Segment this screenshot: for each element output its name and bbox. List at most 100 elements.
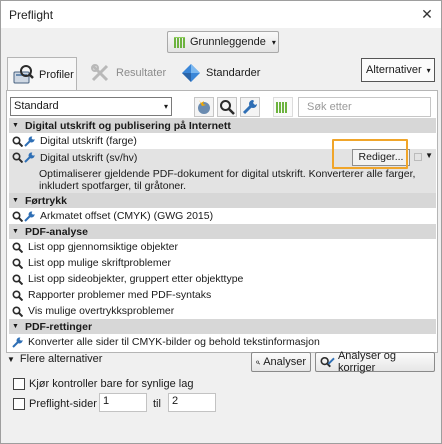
- item-label: Konverter alle sider til CMYK-bilder og …: [28, 336, 320, 348]
- tab-resultater-label: Resultater: [116, 67, 167, 79]
- category-label: PDF-analyse: [24, 225, 88, 238]
- item-label: Digital utskrift (farge): [40, 135, 137, 147]
- preflight-pages-label: Preflight-sider: [29, 398, 97, 410]
- magnifier-icon: [12, 210, 23, 222]
- profiles-panel: Standard ▾ Søk etter ▼ Digital utskrift …: [6, 90, 438, 353]
- analyze-button[interactable]: Analyser: [251, 352, 311, 372]
- profiles-icon: [13, 64, 34, 83]
- check-fix-icons: [12, 135, 35, 147]
- options-label: Alternativer: [366, 64, 422, 76]
- tab-profiler-label: Profiler: [39, 68, 74, 81]
- wrench-icon: [12, 336, 23, 348]
- magnifier-wrench-icon: [320, 356, 335, 367]
- profile-filter-value: Standard: [14, 100, 59, 112]
- item-label: Arkmatet offset (CMYK) (GWG 2015): [40, 210, 214, 222]
- tab-profiler[interactable]: Profiler: [7, 57, 77, 91]
- item-label: List opp sideobjekter, gruppert etter ob…: [28, 273, 244, 285]
- list-item[interactable]: Arkmatet offset (CMYK) (GWG 2015): [9, 208, 436, 224]
- profile-description: Optimaliserer gjeldende PDF-dokument for…: [9, 166, 436, 193]
- options-grip-icon: [414, 153, 422, 161]
- list-item[interactable]: Vis mulige overtrykksproblemer: [9, 303, 436, 319]
- filter-row: Standard ▾ Søk etter: [10, 96, 434, 118]
- category-label: Digital utskrift og publisering på Inter…: [24, 119, 231, 132]
- page-to-input[interactable]: 2: [168, 393, 216, 412]
- title-bar: Preflight ✕: [1, 1, 441, 28]
- collapse-icon: ▼: [12, 122, 19, 129]
- visible-layers-checkbox[interactable]: [13, 378, 25, 390]
- item-label: List opp mulige skriftproblemer: [28, 257, 171, 269]
- check-icon-slot: [12, 241, 23, 253]
- more-options-toggle[interactable]: ▼ Flere alternativer: [7, 353, 102, 365]
- magnifier-icon: [12, 305, 23, 317]
- category-label: PDF-rettinger: [24, 320, 93, 333]
- item-label: Vis mulige overtrykksproblemer: [28, 305, 175, 317]
- green-bars-icon: [174, 36, 185, 48]
- tab-resultater[interactable]: Resultater: [89, 57, 166, 89]
- close-button[interactable]: ✕: [419, 7, 435, 23]
- page-range-separator: til: [153, 398, 161, 410]
- category-prepress[interactable]: ▼ Førtrykk: [9, 193, 436, 208]
- preflight-pages-option[interactable]: Preflight-sider: [13, 398, 97, 410]
- list-item[interactable]: Rapporter problemer med PDF-syntaks: [9, 287, 436, 303]
- new-profile-button[interactable]: [194, 97, 214, 117]
- preflight-window: Preflight ✕ Grunnleggende ▾ Profiler Res…: [0, 0, 442, 444]
- wrench-icon: [24, 135, 35, 147]
- options-dropdown[interactable]: Alternativer ▾: [361, 58, 435, 82]
- preflight-pages-checkbox[interactable]: [13, 398, 25, 410]
- check-icon-slot: [12, 273, 23, 285]
- fix-icon-slot: [12, 336, 23, 348]
- magnifier-icon: [12, 257, 23, 269]
- magnifier-icon: [12, 273, 23, 285]
- category-digital-print[interactable]: ▼ Digital utskrift og publisering på Int…: [9, 118, 436, 133]
- wrench-icon: [24, 210, 35, 222]
- magnifier-icon: [220, 100, 235, 115]
- results-icon: [91, 64, 109, 82]
- profile-filter-select[interactable]: Standard ▾: [10, 97, 172, 116]
- magnifier-icon: [12, 152, 23, 163]
- collapse-icon: ▼: [12, 228, 19, 235]
- category-label: Førtrykk: [24, 194, 67, 207]
- more-options-label: Flere alternativer: [19, 353, 103, 365]
- item-label: Digital utskrift (sv/hv): [40, 151, 138, 164]
- check-icon-slot: [12, 257, 23, 269]
- analyze-and-fix-button[interactable]: Analyser og korriger: [315, 350, 435, 374]
- item-label: List opp gjennomsiktige objekter: [28, 241, 179, 253]
- magnifier-icon: [12, 135, 23, 147]
- list-item[interactable]: List opp mulige skriftproblemer: [9, 255, 436, 271]
- list-item[interactable]: List opp gjennomsiktige objekter: [9, 239, 436, 255]
- list-item[interactable]: Konverter alle sider til CMYK-bilder og …: [9, 334, 436, 350]
- green-bars-icon: [276, 102, 287, 113]
- search-input[interactable]: Søk etter: [298, 97, 431, 117]
- library-button[interactable]: [273, 97, 293, 117]
- collapse-icon: ▼: [12, 197, 19, 204]
- page-from-input[interactable]: 1: [99, 393, 147, 412]
- profile-star-icon: [198, 100, 210, 114]
- item-label: Rapporter problemer med PDF-syntaks: [28, 289, 212, 301]
- fixup-button[interactable]: [240, 97, 260, 117]
- check-icon-slot: [12, 305, 23, 317]
- tab-standarder-label: Standarder: [206, 67, 261, 79]
- analyze-fix-label: Analyser og korriger: [337, 350, 397, 374]
- tab-standarder[interactable]: Standarder: [181, 57, 260, 89]
- wrench-icon: [24, 152, 35, 163]
- chevron-down-icon: ▾: [271, 37, 276, 47]
- highlight-frame: [332, 139, 408, 169]
- check-fix-icons: [12, 152, 35, 163]
- analyze-label: Analyser: [263, 356, 306, 368]
- category-pdf-analysis[interactable]: ▼ PDF-analyse: [9, 224, 436, 239]
- wrench-icon: [242, 100, 257, 115]
- mode-dropdown[interactable]: Grunnleggende ▾: [167, 31, 279, 53]
- window-title: Preflight: [9, 8, 54, 22]
- mode-label: Grunnleggende: [190, 36, 266, 48]
- list-item[interactable]: List opp sideobjekter, gruppert etter ob…: [9, 271, 436, 287]
- visible-layers-option[interactable]: Kjør kontroller bare for synlige lag: [13, 378, 193, 390]
- check-button[interactable]: [217, 97, 237, 117]
- category-pdf-fixups[interactable]: ▼ PDF-rettinger: [9, 319, 436, 334]
- magnifier-icon: [12, 241, 23, 253]
- collapse-icon: ▼: [7, 354, 15, 364]
- chevron-down-icon[interactable]: ▼: [425, 151, 433, 160]
- collapse-icon: ▼: [12, 323, 19, 330]
- visible-layers-label: Kjør kontroller bare for synlige lag: [29, 378, 194, 390]
- check-icon-slot: [12, 289, 23, 301]
- magnifier-icon: [256, 360, 261, 365]
